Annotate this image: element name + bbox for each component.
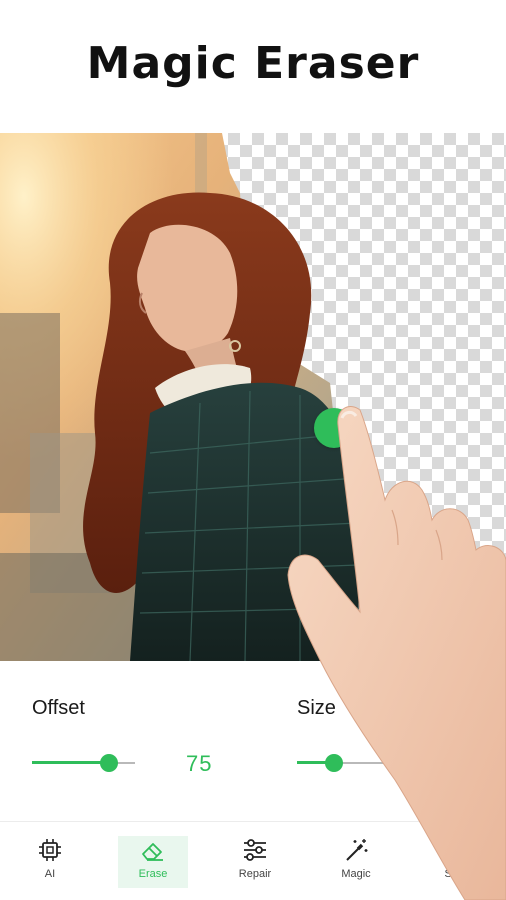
offset-slider-fill: [32, 761, 110, 764]
offset-label: Offset: [32, 697, 85, 719]
offset-value: 75: [186, 751, 213, 776]
tab-smooth-label: Smooth: [444, 868, 483, 880]
chip-icon: [39, 839, 61, 861]
tab-erase-label: Erase: [138, 868, 168, 880]
tab-smooth[interactable]: Smooth: [421, 836, 506, 888]
brush-cursor[interactable]: [314, 408, 354, 448]
portrait-photo: [0, 133, 360, 661]
waves-icon: [451, 841, 478, 861]
screen: Magic Eraser Offset 75 Size AI Erase Rep…: [0, 0, 506, 900]
tab-magic-label: Magic: [341, 868, 371, 880]
eraser-icon: [142, 843, 163, 861]
tab-repair[interactable]: Repair: [220, 836, 290, 888]
tab-repair-label: Repair: [238, 868, 272, 880]
size-slider[interactable]: [297, 753, 400, 773]
bottom-toolbar: AI Erase Repair Magic Smooth: [0, 821, 506, 900]
offset-slider[interactable]: [32, 753, 135, 773]
sliders-icon: [244, 839, 266, 861]
headline: Magic Eraser: [86, 38, 420, 89]
tab-ai[interactable]: AI: [15, 836, 85, 888]
tab-magic[interactable]: Magic: [321, 836, 391, 888]
editor-canvas[interactable]: [0, 133, 506, 661]
brush-controls: Offset 75 Size: [0, 661, 506, 821]
magic-wand-icon: [346, 839, 368, 861]
tab-ai-label: AI: [44, 868, 56, 880]
size-slider-thumb[interactable]: [325, 754, 344, 772]
offset-slider-thumb[interactable]: [100, 754, 119, 772]
tab-erase[interactable]: Erase: [118, 836, 188, 888]
size-label: Size: [297, 697, 336, 719]
